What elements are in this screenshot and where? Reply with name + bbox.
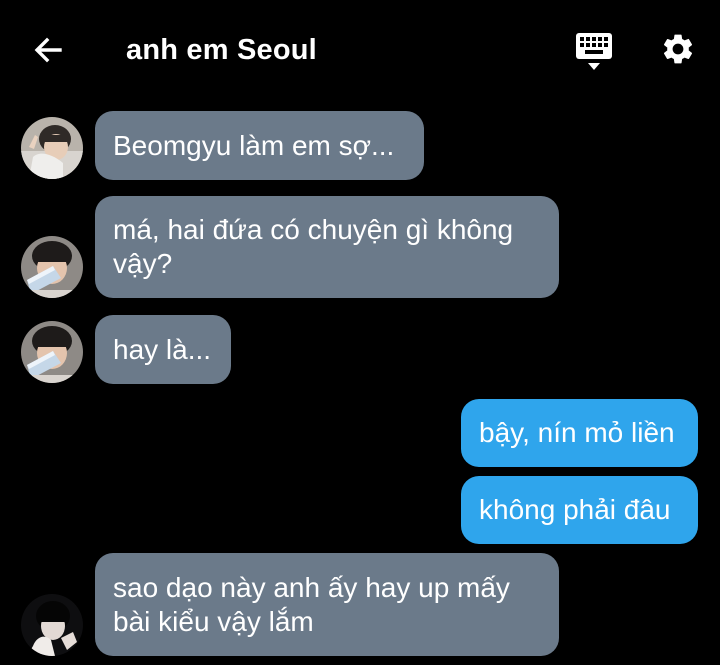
- avatar-photo: [21, 594, 83, 656]
- message-bubble-outgoing[interactable]: bậy, nín mỏ liền: [461, 399, 698, 467]
- avatar[interactable]: [21, 321, 83, 383]
- avatar-photo: [21, 117, 83, 179]
- chat-title: anh em Seoul: [126, 34, 317, 66]
- message-bubble-incoming[interactable]: má, hai đứa có chuyện gì không vậy?: [95, 196, 559, 298]
- avatar[interactable]: [21, 594, 83, 656]
- avatar[interactable]: [21, 117, 83, 179]
- keyboard-button[interactable]: [570, 28, 618, 76]
- back-button[interactable]: [26, 28, 70, 72]
- avatar[interactable]: [21, 236, 83, 298]
- message-bubble-incoming[interactable]: sao dạo này anh ấy hay up mấy bài kiểu v…: [95, 553, 559, 656]
- message-bubble-outgoing[interactable]: không phải đâu: [461, 476, 698, 544]
- avatar-photo: [21, 236, 83, 298]
- keyboard-icon: [576, 33, 612, 70]
- avatar-photo: [21, 321, 83, 383]
- message-bubble-incoming[interactable]: Beomgyu làm em sợ...: [95, 111, 424, 180]
- arrow-left-icon: [34, 37, 62, 63]
- gear-icon: [663, 34, 693, 64]
- message-bubble-incoming[interactable]: hay là...: [95, 315, 231, 384]
- chat-header: anh em Seoul: [0, 0, 720, 100]
- settings-button[interactable]: [656, 26, 700, 72]
